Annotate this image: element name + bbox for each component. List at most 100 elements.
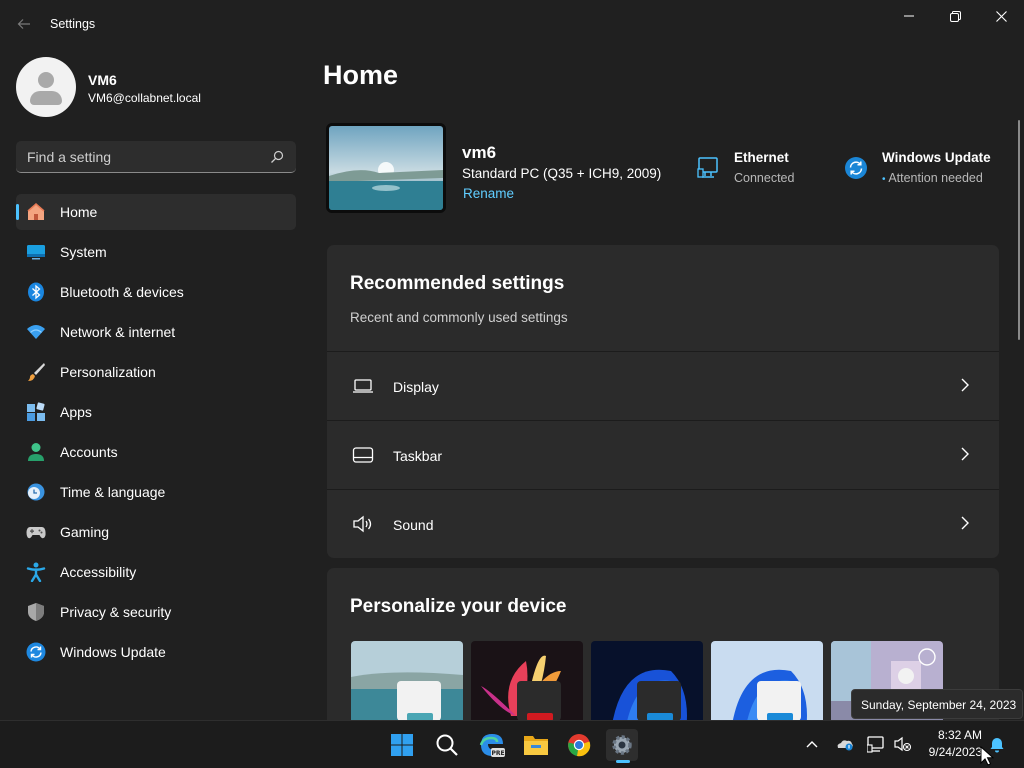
search-icon <box>436 734 458 756</box>
windows-update-title: Windows Update <box>882 150 991 165</box>
row-label: Sound <box>393 517 434 533</box>
sidebar-item-label: Accessibility <box>60 564 137 580</box>
chevron-up-icon[interactable] <box>804 736 820 752</box>
windows-update-status[interactable]: Windows Update • Attention needed <box>844 150 1009 190</box>
scrollbar[interactable] <box>1018 120 1020 340</box>
recommended-subtitle: Recent and commonly used settings <box>350 310 568 325</box>
row-label: Taskbar <box>393 448 443 464</box>
chevron-right-icon <box>961 447 969 461</box>
taskbar-chrome[interactable] <box>563 729 595 761</box>
start-button[interactable] <box>386 729 418 761</box>
recommended-row-display[interactable]: Display <box>327 351 999 419</box>
taskbar-edge-preview[interactable]: PRE <box>476 729 508 761</box>
sidebar-item-bluetooth[interactable]: Bluetooth & devices <box>16 274 296 310</box>
sidebar-item-accessibility[interactable]: Accessibility <box>16 554 296 590</box>
page-title: Home <box>323 60 399 90</box>
search-box[interactable] <box>16 141 296 173</box>
settings-gear-icon <box>612 735 632 755</box>
windows-update-icon <box>845 157 867 179</box>
row-label: Display <box>393 379 439 395</box>
theme-thumbnail-flower[interactable] <box>471 641 583 728</box>
taskbar-icon <box>352 447 374 463</box>
close-icon <box>995 10 1007 22</box>
minimize-icon <box>904 15 914 17</box>
accounts-icon <box>28 443 44 461</box>
sidebar-item-accounts[interactable]: Accounts <box>16 434 296 470</box>
network-icon[interactable] <box>867 735 885 753</box>
recommended-title: Recommended settings <box>350 273 565 294</box>
theme-thumbnail-bloom-light[interactable] <box>711 641 823 728</box>
start-icon <box>391 734 413 756</box>
clock-globe-icon <box>27 483 45 501</box>
sidebar-item-system[interactable]: System <box>16 234 296 270</box>
profile-email: VM6@collabnet.local <box>88 91 201 105</box>
system-icon <box>27 245 45 260</box>
attention-dot-icon: • <box>882 174 886 185</box>
recommended-row-sound[interactable]: Sound <box>327 489 999 557</box>
user-profile[interactable]: VM6 VM6@collabnet.local <box>16 57 296 117</box>
restore-icon <box>949 10 961 22</box>
sidebar-item-label: Accounts <box>60 444 118 460</box>
windows-update-status-text: • Attention needed <box>882 171 983 185</box>
search-icon[interactable] <box>270 150 284 164</box>
taskbar-file-explorer[interactable] <box>520 729 552 761</box>
device-wallpaper-thumbnail[interactable] <box>326 123 446 213</box>
shield-icon <box>28 603 44 621</box>
onedrive-icon[interactable] <box>836 735 854 753</box>
sidebar-item-privacy[interactable]: Privacy & security <box>16 594 296 630</box>
date-tooltip: Sunday, September 24, 2023 <box>851 689 1023 719</box>
back-button[interactable] <box>10 10 38 38</box>
sidebar-item-label: Privacy & security <box>60 604 172 620</box>
sidebar-item-label: System <box>60 244 107 260</box>
ethernet-status[interactable]: Ethernet Connected <box>696 150 826 190</box>
ethernet-icon <box>697 157 718 178</box>
sidebar-item-apps[interactable]: Apps <box>16 394 296 430</box>
sidebar-item-network[interactable]: Network & internet <box>16 314 296 350</box>
close-button[interactable] <box>978 0 1024 32</box>
restore-button[interactable] <box>932 0 978 32</box>
wallpaper-image <box>329 126 443 210</box>
recommended-row-taskbar[interactable]: Taskbar <box>327 420 999 488</box>
sidebar-item-gaming[interactable]: Gaming <box>16 514 296 550</box>
mouse-cursor-icon <box>980 746 994 766</box>
svg-text:PRE: PRE <box>491 750 504 757</box>
bluetooth-icon <box>28 282 44 302</box>
back-arrow-icon <box>17 19 30 29</box>
device-model: Standard PC (Q35 + ICH9, 2009) <box>462 166 662 181</box>
profile-name: VM6 <box>88 72 117 88</box>
avatar <box>16 57 76 117</box>
search-input[interactable] <box>16 141 266 172</box>
update-icon <box>26 642 46 662</box>
minimize-button[interactable] <box>886 0 932 32</box>
volume-muted-icon[interactable] <box>894 735 912 753</box>
theme-thumbnail-bloom-dark[interactable] <box>591 641 703 728</box>
sidebar-nav: Home System Bluetooth & devices Network … <box>16 194 296 674</box>
chevron-right-icon <box>961 516 969 530</box>
sidebar-item-label: Windows Update <box>60 644 166 660</box>
theme-thumbnail-glow[interactable] <box>351 641 463 728</box>
taskbar-search-button[interactable] <box>431 729 463 761</box>
sidebar-item-label: Personalization <box>60 364 156 380</box>
app-title: Settings <box>50 17 96 31</box>
recommended-settings-card: Recommended settings Recent and commonly… <box>327 245 999 558</box>
file-explorer-icon <box>524 736 548 755</box>
gamepad-icon <box>26 527 46 539</box>
chevron-right-icon <box>961 378 969 392</box>
ethernet-title: Ethernet <box>734 150 789 165</box>
laptop-icon <box>353 379 373 393</box>
sidebar-item-time-language[interactable]: Time & language <box>16 474 296 510</box>
edge-preview-icon: PRE <box>479 734 505 757</box>
sidebar-item-personalization[interactable]: Personalization <box>16 354 296 390</box>
apps-icon <box>27 402 45 421</box>
taskbar-settings[interactable] <box>606 729 638 761</box>
clock-date[interactable]: 9/24/2023 <box>925 745 982 759</box>
sidebar-item-label: Apps <box>60 404 92 420</box>
sidebar-item-windows-update[interactable]: Windows Update <box>16 634 296 670</box>
rename-link[interactable]: Rename <box>463 186 514 201</box>
sidebar-item-home[interactable]: Home <box>16 194 296 230</box>
ethernet-status-text: Connected <box>734 171 795 185</box>
windows-update-status-label: Attention needed <box>888 171 983 185</box>
clock-time[interactable]: 8:32 AM <box>936 728 982 742</box>
active-app-indicator <box>616 760 630 763</box>
sidebar-item-label: Gaming <box>60 524 110 540</box>
